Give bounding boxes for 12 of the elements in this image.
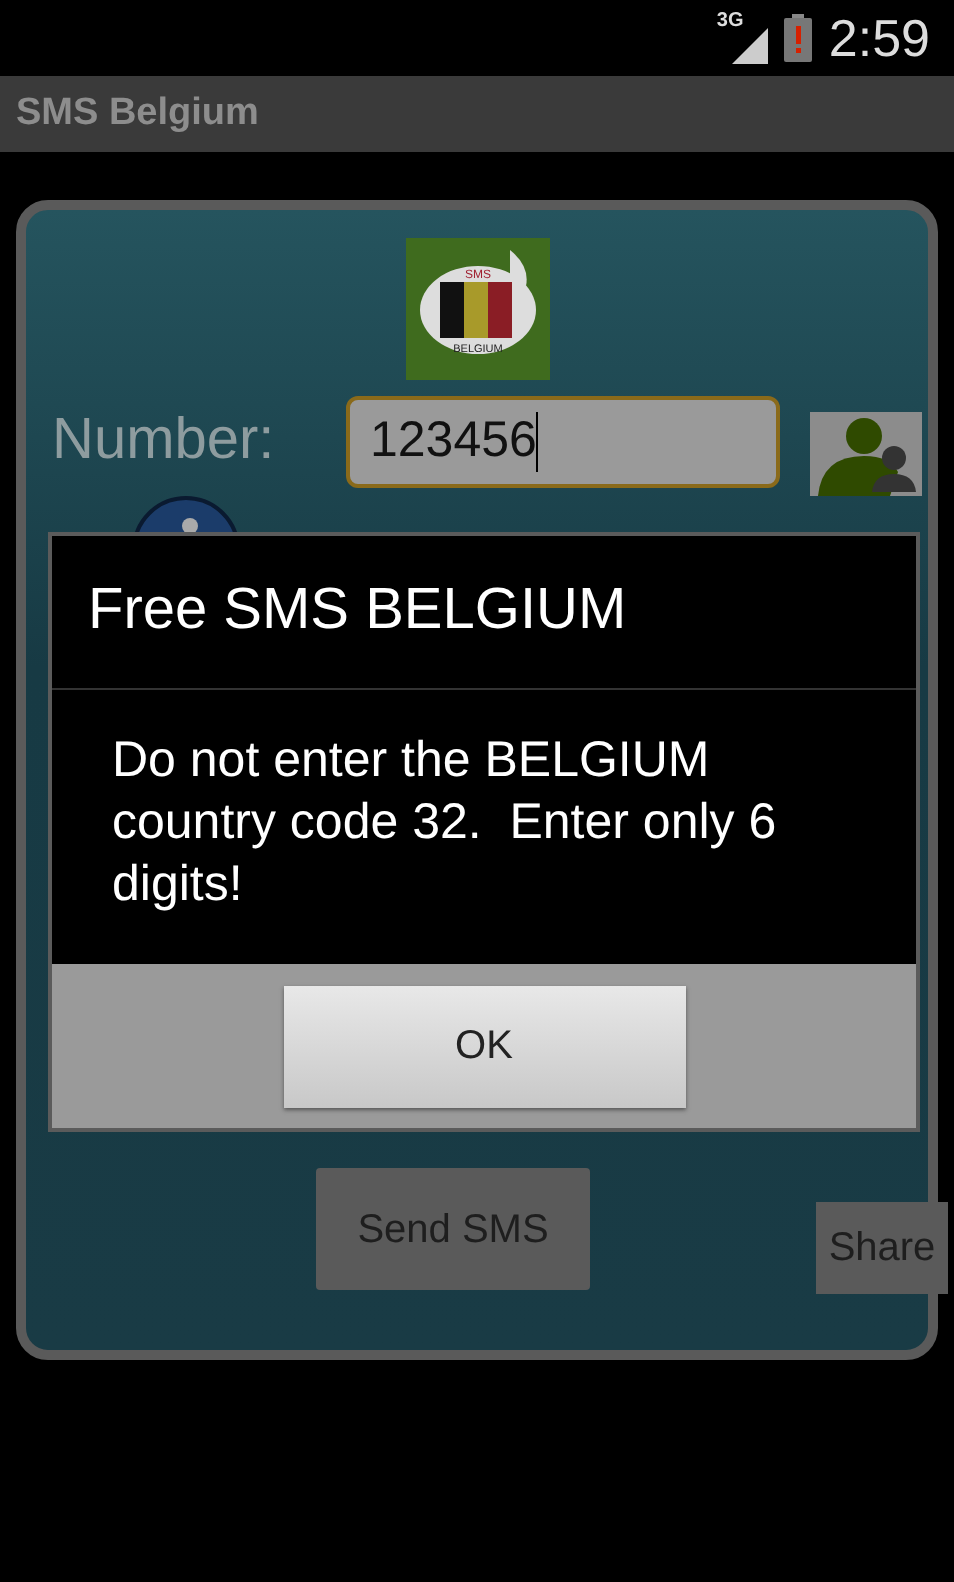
dialog-message: Do not enter the BELGIUM country code 32. Enter only 6 digits! xyxy=(112,730,779,916)
number-value: 123456 xyxy=(370,410,537,473)
flag-speech-bubble-drawing xyxy=(405,238,549,380)
text-cursor xyxy=(536,412,539,472)
app-title: SMS Belgium xyxy=(16,89,259,138)
network-type: 3G xyxy=(716,12,744,32)
number-label: Number: xyxy=(52,406,277,477)
ok-button[interactable]: OK xyxy=(283,985,685,1107)
contacts-icon[interactable] xyxy=(810,412,922,496)
number-input-field[interactable]: 123456 xyxy=(346,396,780,488)
dialog-title: Free SMS BELGIUM xyxy=(88,576,627,647)
clock-time: 2:59 xyxy=(828,12,930,64)
